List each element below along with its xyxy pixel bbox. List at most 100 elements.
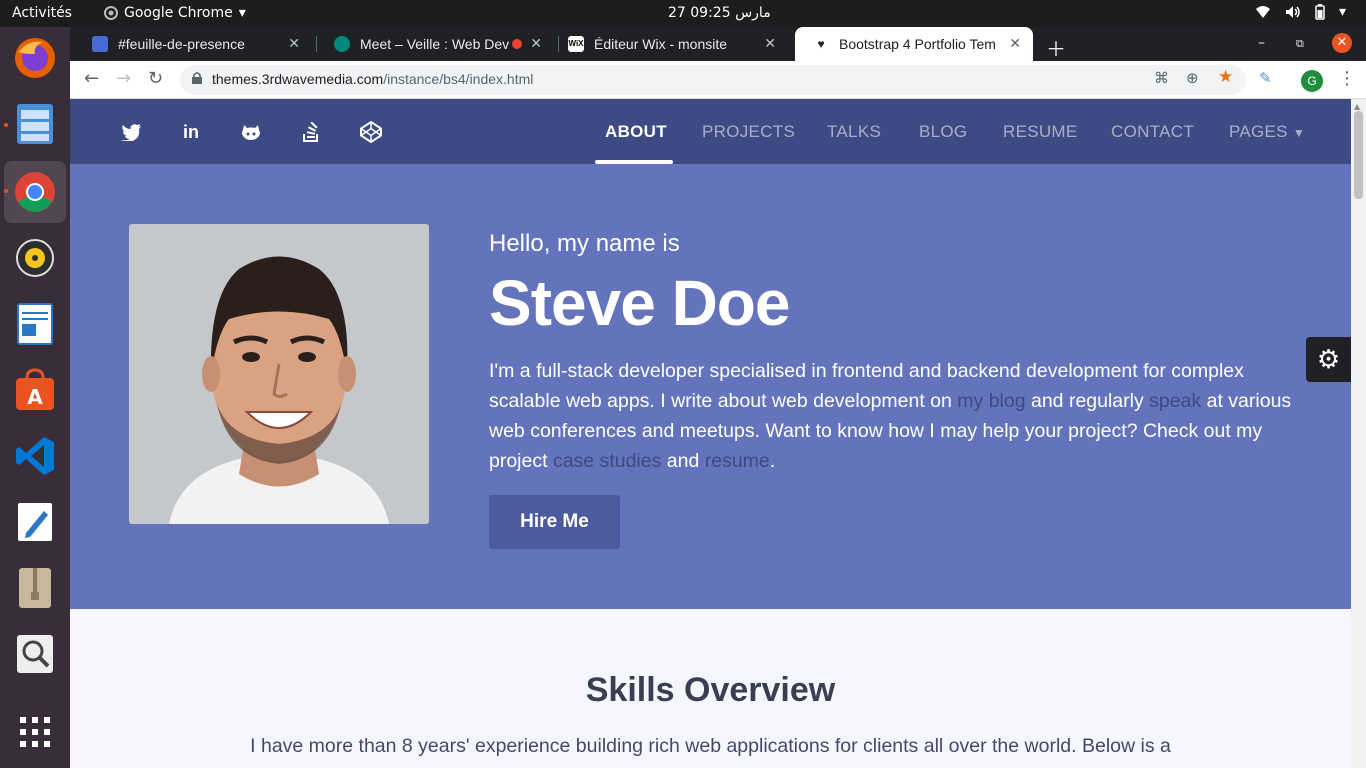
skills-intro: I have more than 8 years' experience bui…: [250, 735, 1171, 757]
close-tab-icon[interactable]: ✕: [764, 35, 776, 52]
search-magnifier-icon[interactable]: [12, 631, 58, 677]
web-page: in ABOUT PROJECTS TALKS BLOG RESUME CONT…: [70, 99, 1351, 768]
wifi-icon: [1255, 6, 1270, 18]
toolbar: ← → ↻ themes.3rdwavemedia.com/instance/b…: [70, 61, 1366, 99]
volume-icon: [1285, 6, 1300, 18]
lock-icon: [192, 72, 202, 84]
greeting: Hello, my name is: [489, 230, 680, 257]
linkedin-icon[interactable]: in: [180, 121, 202, 143]
close-tab-icon[interactable]: ✕: [1009, 35, 1021, 52]
tab-title: Meet – Veille : Web Dev: [360, 36, 510, 52]
github-icon[interactable]: [240, 121, 262, 143]
software-icon[interactable]: A: [12, 367, 58, 413]
files-icon[interactable]: [12, 101, 58, 147]
skills-section: Skills Overview I have more than 8 years…: [70, 609, 1351, 768]
new-tab-button[interactable]: ＋: [1046, 33, 1066, 62]
app-menu[interactable]: Google Chrome ▾: [104, 5, 246, 21]
speak-link[interactable]: speak: [1149, 390, 1201, 412]
maximize-button[interactable]: ⧉: [1296, 37, 1304, 51]
power-menu-icon: ▾: [1338, 4, 1346, 20]
nav-resume[interactable]: RESUME: [1003, 122, 1078, 142]
show-apps-icon[interactable]: [12, 709, 58, 755]
running-indicator: [4, 189, 8, 193]
codepen-icon[interactable]: [360, 121, 382, 143]
heart-icon: ♥: [817, 37, 825, 51]
stackoverflow-icon[interactable]: [300, 121, 322, 143]
chrome-icon[interactable]: [4, 161, 66, 223]
caret-down-icon: ▼: [1292, 126, 1306, 140]
vscode-icon[interactable]: [12, 433, 58, 479]
text-editor-icon[interactable]: [12, 499, 58, 545]
archive-icon[interactable]: [12, 565, 58, 611]
writer-icon[interactable]: [12, 301, 58, 347]
back-button[interactable]: ←: [84, 68, 99, 89]
activities-button[interactable]: Activités: [12, 5, 72, 21]
menu-icon[interactable]: ⋮: [1338, 68, 1356, 89]
bio-text: and regularly: [1025, 390, 1150, 412]
url-text: themes.3rdwavemedia.com/instance/bs4/ind…: [212, 71, 533, 87]
tab-title: Bootstrap 4 Portfolio Tem: [839, 36, 996, 52]
firefox-icon[interactable]: [12, 35, 58, 81]
blog-link[interactable]: my blog: [957, 390, 1025, 412]
address-bar[interactable]: themes.3rdwavemedia.com/instance/bs4/ind…: [180, 65, 1246, 95]
nav-blog[interactable]: BLOG: [919, 122, 967, 142]
browser-tab[interactable]: WiX Éditeur Wix - monsite ✕: [550, 27, 788, 61]
scrollbar-thumb[interactable]: [1354, 111, 1363, 199]
nav-pages-label: PAGES: [1229, 122, 1288, 141]
resume-link[interactable]: resume: [705, 450, 770, 472]
system-tray[interactable]: ▾: [1255, 4, 1346, 20]
running-indicator: [4, 123, 8, 127]
app-name: Google Chrome: [124, 5, 233, 21]
svg-text:A: A: [27, 385, 43, 409]
hire-me-button[interactable]: Hire Me: [489, 495, 620, 549]
tab-title: #feuille-de-presence: [118, 36, 245, 52]
twitter-icon[interactable]: [120, 121, 142, 143]
tab-favicon-icon: [92, 36, 108, 52]
hero-section: Hello, my name is Steve Doe I'm a full-s…: [70, 164, 1351, 609]
chrome-window: #feuille-de-presence ✕ Meet – Veille : W…: [70, 27, 1366, 768]
nav-talks[interactable]: TALKS: [827, 122, 881, 142]
tab-title: Éditeur Wix - monsite: [594, 36, 728, 52]
nav-pages-dropdown[interactable]: PAGES ▼: [1229, 122, 1305, 142]
dock: A: [0, 27, 70, 768]
gear-icon[interactable]: ⚙: [1306, 337, 1351, 382]
translate-icon[interactable]: ⌘: [1154, 69, 1169, 87]
chrome-small-icon: [104, 6, 118, 20]
nav-about[interactable]: ABOUT: [605, 122, 667, 142]
window-close-button[interactable]: ✕: [1332, 33, 1352, 53]
zoom-icon[interactable]: ⊕: [1186, 69, 1199, 87]
chevron-down-icon: ▾: [238, 5, 246, 21]
extension-icon[interactable]: ✎: [1259, 69, 1272, 87]
nav-projects[interactable]: PROJECTS: [702, 122, 795, 142]
close-tab-icon[interactable]: ✕: [530, 35, 542, 52]
bio-text: and: [661, 450, 705, 472]
browser-tab[interactable]: Meet – Veille : Web Dev ✕: [316, 27, 554, 61]
url-path: /instance/bs4/index.html: [383, 71, 534, 87]
browser-tab-active[interactable]: ♥ Bootstrap 4 Portfolio Tem ✕: [795, 27, 1033, 61]
reload-button[interactable]: ↻: [148, 68, 163, 89]
case-studies-link[interactable]: case studies: [553, 450, 661, 472]
site-navbar: in ABOUT PROJECTS TALKS BLOG RESUME CONT…: [70, 99, 1351, 164]
system-top-bar: Activités Google Chrome ▾ 27 مارس 09:25 …: [0, 0, 1366, 27]
nav-contact[interactable]: CONTACT: [1111, 122, 1194, 142]
clock[interactable]: 27 مارس 09:25: [668, 5, 771, 21]
minimize-button[interactable]: –: [1258, 35, 1265, 51]
section-title: Skills Overview: [585, 671, 836, 709]
wix-icon: WiX: [568, 36, 584, 52]
bookmark-star-icon[interactable]: ★: [1218, 67, 1233, 87]
rhythmbox-icon[interactable]: [12, 235, 58, 281]
scroll-up-icon[interactable]: ▲: [1354, 102, 1360, 111]
tab-strip: #feuille-de-presence ✕ Meet – Veille : W…: [70, 27, 1366, 61]
page-scrollbar[interactable]: ▲: [1351, 99, 1366, 768]
bio-text: .: [769, 450, 776, 472]
close-tab-icon[interactable]: ✕: [288, 35, 300, 52]
avatar[interactable]: G: [1301, 70, 1323, 92]
page-title: Steve Doe: [489, 267, 790, 339]
battery-icon: [1315, 4, 1325, 20]
bio-paragraph: I'm a full-stack developer specialised i…: [489, 356, 1299, 476]
forward-button[interactable]: →: [116, 68, 131, 89]
browser-tab[interactable]: #feuille-de-presence ✕: [74, 27, 312, 61]
url-host: themes.3rdwavemedia.com: [212, 71, 384, 87]
profile-photo: [129, 224, 429, 524]
recording-icon: [512, 39, 522, 49]
